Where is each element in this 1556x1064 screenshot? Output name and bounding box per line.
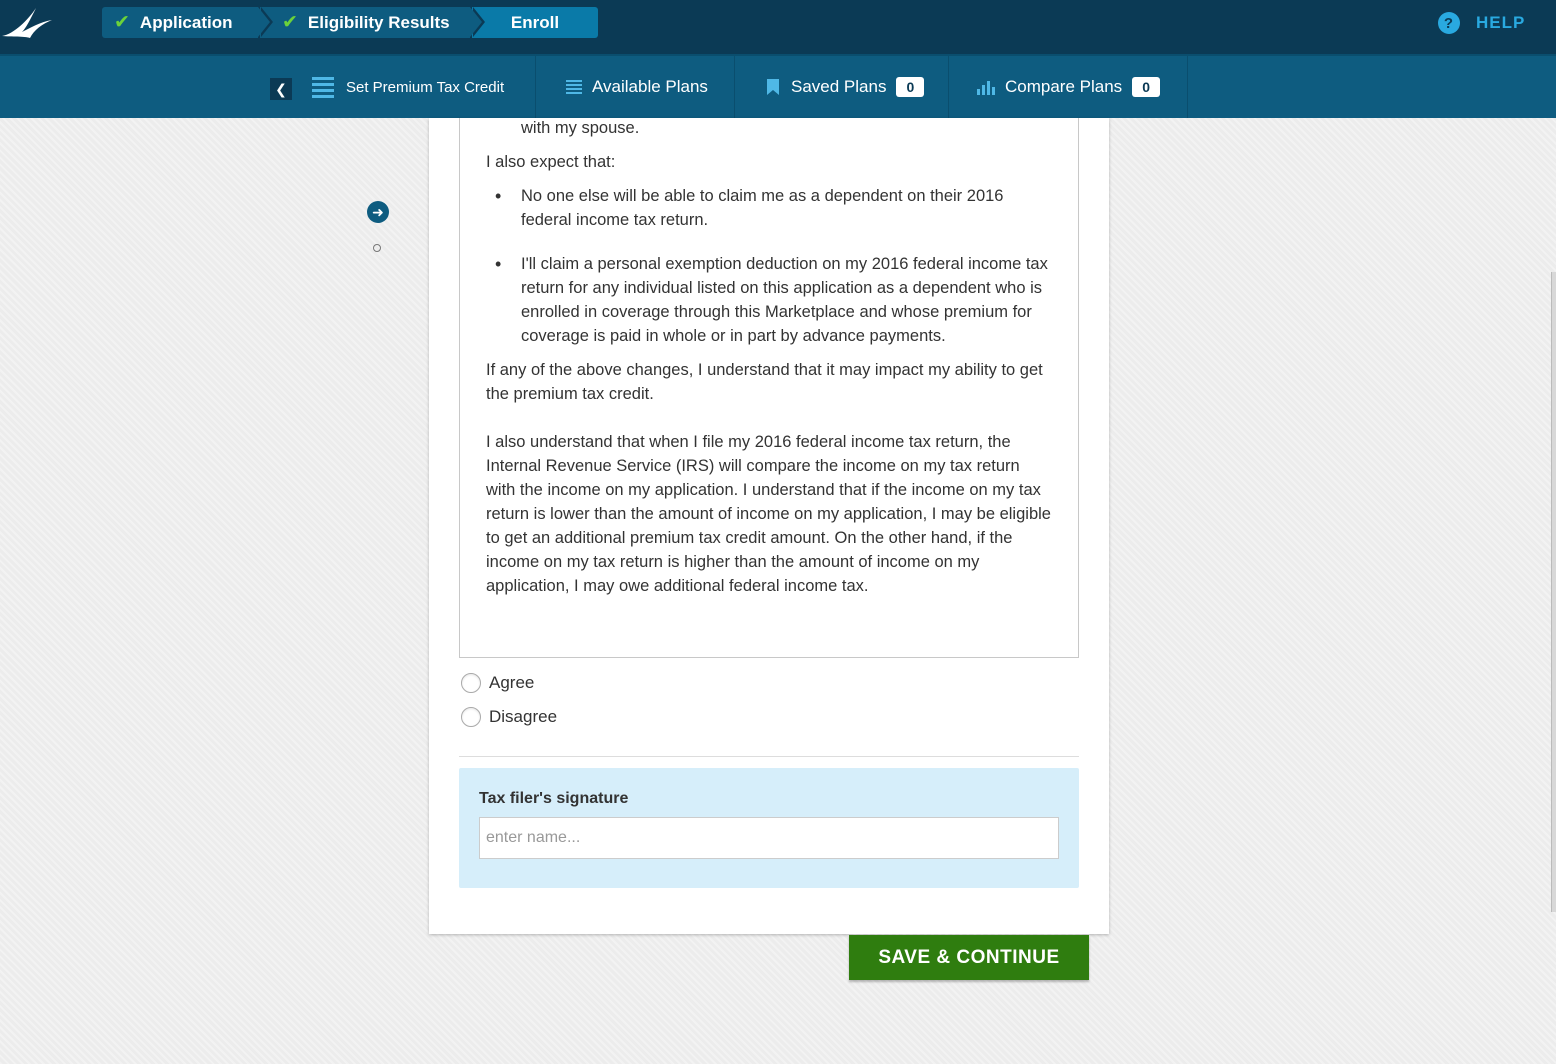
list-icon xyxy=(566,80,582,94)
checkmark-icon: ✔ xyxy=(114,12,130,33)
agree-radio-group: Agree Disagree xyxy=(461,666,557,734)
help-icon: ? xyxy=(1438,12,1460,34)
signature-panel: Tax filer's signature xyxy=(459,768,1079,888)
tab-available-plans[interactable]: Available Plans xyxy=(536,56,735,118)
plan-subnav: ❮ Set Premium Tax Credit Available Plans… xyxy=(0,54,1556,118)
agree-option[interactable]: Agree xyxy=(461,666,557,700)
list-item: I'll claim a personal exemption deductio… xyxy=(495,252,1052,348)
tab-label: Set Premium Tax Credit xyxy=(346,78,505,96)
tab-set-premium-tax-credit[interactable]: Set Premium Tax Credit xyxy=(312,56,536,118)
help-link[interactable]: ? HELP xyxy=(1438,12,1525,34)
current-section-arrow-icon[interactable]: ➜ xyxy=(367,201,389,223)
tab-label: Available Plans xyxy=(592,77,708,96)
step-application[interactable]: ✔ Application xyxy=(102,7,273,38)
signature-input[interactable] xyxy=(479,817,1059,859)
page-scrollbar[interactable] xyxy=(1551,272,1556,912)
tab-saved-plans[interactable]: Saved Plans 0 xyxy=(735,56,949,118)
list-item: No one else will be able to claim me as … xyxy=(495,184,1052,232)
attestation-card: with my spouse. I also expect that: No o… xyxy=(429,118,1109,934)
step-eligibility-results[interactable]: ✔ Eligibility Results xyxy=(260,7,485,38)
back-chevron-icon[interactable]: ❮ xyxy=(270,78,292,100)
expect-intro: I also expect that: xyxy=(486,153,616,171)
agree-label: Agree xyxy=(489,673,535,692)
compare-count-badge: 0 xyxy=(1132,77,1161,97)
bullet-fragment: with my spouse. xyxy=(521,119,640,137)
top-progress-bar: ✔ Application ✔ Eligibility Results Enro… xyxy=(0,0,1556,54)
list-icon xyxy=(312,77,334,98)
changes-paragraph: If any of the above changes, I understan… xyxy=(486,361,1043,403)
signature-label: Tax filer's signature xyxy=(479,790,629,807)
brand-logo[interactable] xyxy=(0,6,60,40)
progress-steps: ✔ Application ✔ Eligibility Results Enro… xyxy=(102,7,598,38)
section-dot-icon[interactable] xyxy=(373,244,381,252)
step-label: Eligibility Results xyxy=(307,12,450,32)
agree-radio[interactable] xyxy=(461,673,481,693)
saved-count-badge: 0 xyxy=(896,77,925,97)
expectations-list: No one else will be able to claim me as … xyxy=(486,184,1052,348)
step-label: Enroll xyxy=(510,12,560,32)
checkmark-icon: ✔ xyxy=(282,12,298,33)
tab-label: Compare Plans xyxy=(1005,77,1123,96)
disagree-radio[interactable] xyxy=(461,707,481,727)
tab-label: Saved Plans xyxy=(791,77,887,96)
disagree-label: Disagree xyxy=(489,707,558,726)
bookmark-icon xyxy=(767,79,779,95)
disagree-option[interactable]: Disagree xyxy=(461,700,557,734)
tab-compare-plans[interactable]: Compare Plans 0 xyxy=(949,56,1188,118)
save-continue-button[interactable]: SAVE & CONTINUE xyxy=(849,935,1089,980)
bar-chart-icon xyxy=(977,81,995,95)
attestation-scroll-box[interactable]: with my spouse. I also expect that: No o… xyxy=(459,118,1079,658)
step-label: Application xyxy=(139,12,233,32)
irs-paragraph: I also understand that when I file my 20… xyxy=(486,433,1051,595)
divider xyxy=(459,756,1079,757)
help-label: HELP xyxy=(1476,13,1526,32)
step-enroll[interactable]: Enroll xyxy=(472,7,598,38)
